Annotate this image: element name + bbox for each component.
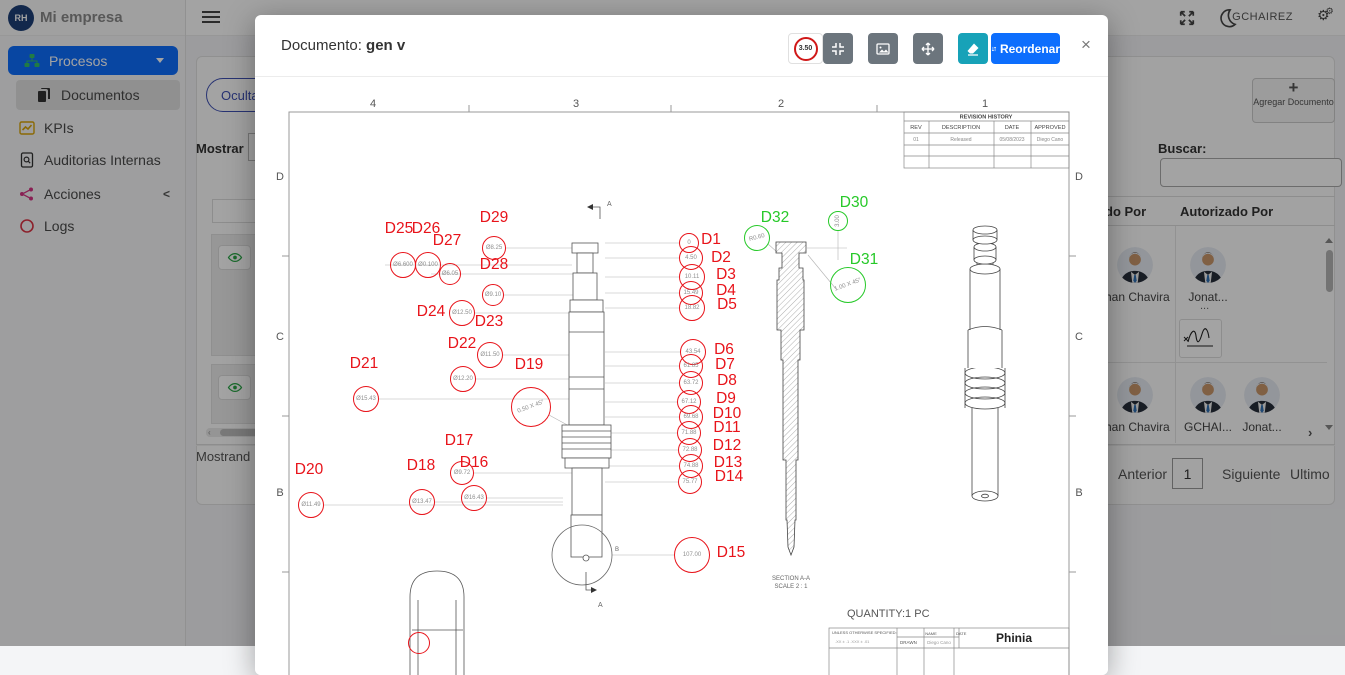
callout-circle-D29[interactable]: Ø8.25 [482,236,506,260]
callout-value: Ø0.100 [418,262,438,268]
callout-circle-D17[interactable]: Ø9.72 [450,461,474,485]
callout-value: 4.50 [685,255,697,261]
callout-value: 75.77 [682,479,697,485]
callout-value: Ø16.43 [464,495,484,501]
callout-value: Ø11.49 [301,502,320,508]
close-icon[interactable]: × [1081,35,1091,55]
callout-label-D2: D2 [711,249,731,267]
callout-circle-partial[interactable] [408,632,430,654]
callout-circle-D18[interactable]: Ø13.47 [409,489,435,515]
callout-value: Ø9.72 [454,470,470,476]
callout-value: Ø6.05 [442,271,458,277]
callout-circle-D25[interactable]: Ø6.600 [390,252,416,278]
callout-value: 74.88 [683,463,698,469]
callout-circle-D24[interactable]: Ø12.50 [449,300,475,326]
callout-label-D30: D30 [840,194,868,212]
callout-label-D1: D1 [701,231,721,249]
callout-label-D19: D19 [515,356,543,374]
callout-value: 63.72 [683,380,698,386]
callout-label-D11: D11 [713,419,740,437]
callout-value: Ø13.47 [412,499,432,505]
callout-value: Ø12.50 [452,310,472,316]
callout-label-D22: D22 [448,335,476,353]
callout-value: 107.00 [683,552,701,558]
callout-circle-D31[interactable]: 1.00 X 45° [830,267,866,303]
callout-value: 61.85 [683,363,698,369]
callout-circle-D14[interactable]: 75.77 [678,470,702,494]
image-button[interactable] [868,33,898,64]
move-button[interactable] [913,33,943,64]
reordenar-button[interactable]: Reordenar [991,33,1060,64]
image-icon [875,41,891,57]
document-name: gen v [366,37,405,54]
callout-value: Ø8.25 [486,245,502,251]
move-arrows-icon [920,41,936,57]
callout-value: Ø15.43 [356,396,376,402]
callout-label-D24: D24 [417,303,445,321]
callout-value: Ø9.10 [485,292,501,298]
callout-label-D15: D15 [717,544,745,562]
callout-circle-D22[interactable]: Ø11.50 [477,342,503,368]
callout-value: R0.60 [748,233,765,243]
callout-circle-D30[interactable]: 3.00 [828,211,848,231]
callout-value: 69.68 [683,414,698,420]
callout-label-D21: D21 [350,355,378,373]
callout-circle-D15[interactable]: 107.00 [674,537,710,573]
modal-header: Documento: gen v 3.50 Reordenar × [255,15,1108,77]
callout-value: Ø6.600 [393,262,413,268]
callout-label-D23: D23 [475,313,503,331]
callout-value: 0.50 X 45° [517,399,545,414]
callout-label-D17: D17 [445,432,473,450]
drawing-stage: 4 3 2 1 D C B D C B REVISI [255,77,1108,675]
eraser-icon [965,41,981,57]
callout-circle-D23[interactable]: Ø12.20 [450,366,476,392]
callout-circle-D27[interactable]: Ø6.05 [439,263,461,285]
document-modal: Documento: gen v 3.50 Reordenar × [255,15,1108,675]
sort-icon [991,42,997,56]
callout-label-D8: D8 [717,372,737,390]
callout-value: 1.00 X 45° [834,277,862,292]
compress-button[interactable] [823,33,853,64]
callout-label-D18: D18 [407,457,435,475]
callout-circle-D5[interactable]: 18.82 [679,295,705,321]
callout-circle-D19[interactable]: 0.50 X 45° [511,387,551,427]
callout-label-D12: D12 [713,437,741,455]
callout-label-D5: D5 [717,296,737,314]
callout-label-D31: D31 [850,251,878,269]
eraser-button[interactable] [958,33,988,64]
callout-layer: 0D14.50D210.11D315.49D418.82D543.54D661.… [255,77,1108,675]
callout-circle-D32[interactable]: R0.60 [744,225,770,251]
callout-label-D29: D29 [480,209,508,227]
callout-value: 10.11 [685,274,700,280]
callout-label-D20: D20 [295,461,323,479]
callout-circle-D16[interactable]: Ø16.43 [461,485,487,511]
callout-label-D25: D25 [385,220,413,238]
callout-label-D32: D32 [761,209,789,227]
callout-value: Ø11.50 [480,352,499,358]
callout-label-D14: D14 [715,468,743,486]
callout-value: 71.88 [681,430,696,436]
modal-title: Documento: gen v [281,37,405,54]
callout-value: 18.82 [684,305,699,311]
zoom-value-button[interactable]: 3.50 [788,33,823,64]
zoom-value-badge: 3.50 [794,37,818,61]
callout-circle-D26[interactable]: Ø0.100 [415,252,441,278]
callout-circle-D28[interactable]: Ø9.10 [482,284,504,306]
callout-label-D27: D27 [433,232,461,250]
callout-value: 3.00 [835,215,841,227]
callout-value: Ø12.20 [453,376,473,382]
callout-value: 72.88 [682,447,697,453]
callout-circle-D21[interactable]: Ø15.43 [353,386,379,412]
compress-icon [830,41,846,57]
callout-circle-D20[interactable]: Ø11.49 [298,492,324,518]
